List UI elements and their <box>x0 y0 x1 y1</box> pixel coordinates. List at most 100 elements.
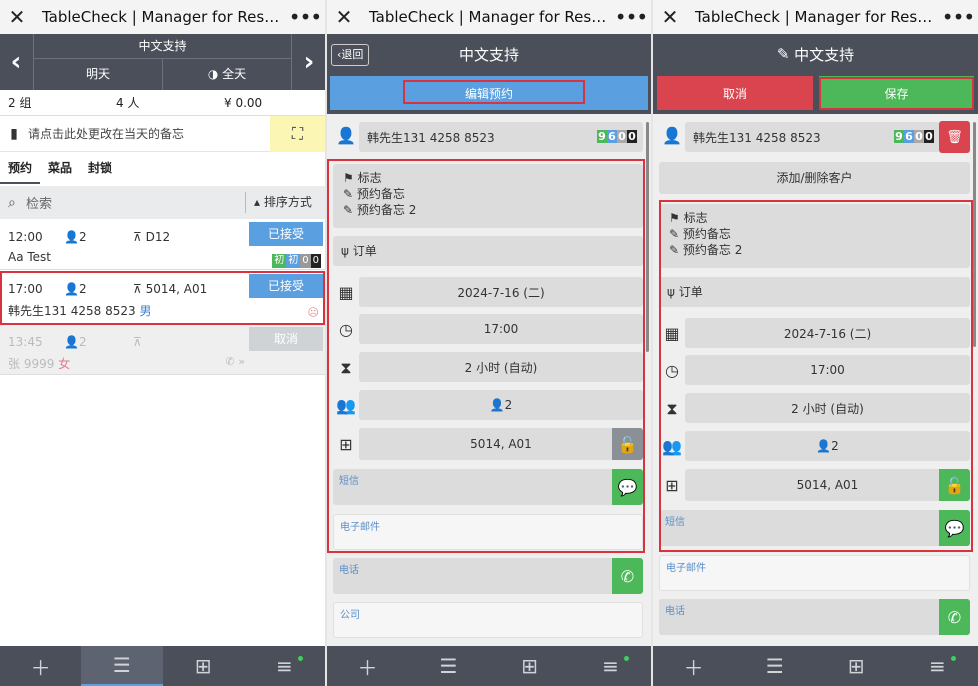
cancel-button[interactable]: 取消 <box>657 76 813 110</box>
daily-memo[interactable]: ▮ 请点击此处更改在当天的备忘 ⛶ <box>0 116 325 152</box>
menu-icon[interactable]: ≡ <box>244 646 325 686</box>
search-input[interactable]: 检索 <box>26 193 52 212</box>
note-icon: ▮ <box>10 125 18 142</box>
window-title: TableCheck | Manager for Restaura... <box>695 8 938 26</box>
user-icon: 👤 <box>336 126 356 145</box>
back-label: 退回 <box>341 48 364 61</box>
sort-label: 排序方式 <box>263 195 312 209</box>
tab-reservations[interactable]: 预约 <box>0 152 41 184</box>
add-icon[interactable]: ＋ <box>653 646 734 686</box>
reservation-list-panel: ✕ TableCheck | Manager for Restaura... •… <box>0 0 325 686</box>
add-icon[interactable]: ＋ <box>0 646 81 686</box>
tab-blocks[interactable]: 封锁 <box>80 152 120 184</box>
list-icon[interactable]: ☰ <box>734 646 815 686</box>
visit-badges: 初初00 <box>272 252 321 268</box>
list-icon[interactable]: ☰ <box>81 646 163 686</box>
tab-dishes[interactable]: 菜品 <box>40 152 80 184</box>
scrollbar[interactable] <box>973 122 976 347</box>
page-title: 中文支持 <box>794 45 855 64</box>
bottom-nav: ＋ ☰ ⊞ ≡ <box>0 646 325 686</box>
more-icon[interactable]: ••• <box>938 5 978 29</box>
badge-digit: 9 <box>597 130 607 143</box>
guest-count: 2 <box>78 335 87 349</box>
restaurant-name: 中文支持 <box>34 34 291 59</box>
title-bar: ✕ TableCheck | Manager for Restaura... •… <box>0 0 325 34</box>
amount-total: ¥ 0.00 <box>224 96 263 110</box>
reservation-row[interactable]: 12:00 👤2 ⊼ D12 Aa Test 已接受 初初00 <box>0 220 325 270</box>
trash-icon: 🗑 <box>946 129 963 145</box>
delete-button[interactable]: 🗑 <box>939 121 970 153</box>
close-icon[interactable]: ✕ <box>0 5 34 29</box>
presentation-button[interactable]: ⛶ <box>270 116 325 152</box>
reservation-time: 13:45 <box>8 335 43 349</box>
company-label: 公司 <box>340 610 360 621</box>
list-icon[interactable]: ☰ <box>408 646 489 686</box>
customer-name: Aa Test <box>8 250 52 264</box>
badge-digit: 0 <box>617 130 627 143</box>
customer-field[interactable]: 韩先生131 4258 8523 9600 <box>685 122 940 152</box>
date-header: ‹ 中文支持 明天 ◑ 全天 › <box>0 34 325 90</box>
company-field[interactable]: 公司 <box>333 602 643 638</box>
phone-field[interactable]: 电话 ✆ <box>659 599 970 635</box>
reservation-row[interactable]: 13:45 👤2 ⊼ 张 9999 女 取消 ✆ » <box>0 325 325 375</box>
period-selector[interactable]: ◑ 全天 <box>163 59 291 90</box>
more-icon[interactable]: ••• <box>611 5 651 29</box>
menu-icon[interactable]: ≡ <box>570 646 651 686</box>
badge-digit: 0 <box>627 130 637 143</box>
table: ⊼ D12 <box>133 230 170 244</box>
email-field[interactable]: 电子邮件 <box>659 555 970 591</box>
status-badge[interactable]: 取消 <box>249 327 323 351</box>
user-icon: 👤 <box>662 126 682 145</box>
add-remove-customer-button[interactable]: 添加/删除客户 <box>659 162 970 194</box>
badge: 初 <box>286 254 301 268</box>
edit-header: ✎ 中文支持 <box>653 34 978 74</box>
guests: 👤2 <box>64 230 87 244</box>
day-selector[interactable]: 明天 <box>34 59 163 90</box>
scrollbar[interactable] <box>646 122 649 352</box>
badge-digit: 0 <box>914 130 924 143</box>
highlight-box <box>659 200 973 552</box>
grid-icon[interactable]: ⊞ <box>489 646 570 686</box>
highlight-box <box>403 80 585 104</box>
table-icon: ⊼ <box>133 230 146 244</box>
badge: 初 <box>272 254 287 268</box>
memo-placeholder: 请点击此处更改在当天的备忘 <box>28 127 185 141</box>
bottom-nav: ＋ ☰ ⊞ ≡ <box>653 646 978 686</box>
visit-badge: 9600 <box>894 130 934 143</box>
cancel-label: 取消 <box>722 86 747 101</box>
sort-button[interactable]: ▴ 排序方式 <box>245 192 325 213</box>
detail-header: ‹退回 中文支持 <box>327 34 651 74</box>
menu-icon[interactable]: ≡ <box>897 646 978 686</box>
highlight-box <box>0 271 325 325</box>
search-bar[interactable]: ⌕ 检索 ▴ 排序方式 <box>0 186 325 219</box>
call-button[interactable]: ✆ <box>612 558 643 594</box>
badge-digit: 6 <box>904 130 914 143</box>
badge: 0 <box>310 254 321 268</box>
search-icon: ⌕ <box>8 194 16 211</box>
phone-label: 电话 <box>665 606 685 617</box>
more-icon[interactable]: ••• <box>285 5 325 29</box>
customer-name: 韩先生131 4258 8523 <box>367 130 495 145</box>
customer-field[interactable]: 韩先生131 4258 8523 9600 <box>359 122 643 152</box>
presentation-icon: ⛶ <box>291 124 304 143</box>
close-icon[interactable]: ✕ <box>653 5 687 29</box>
badge-digit: 6 <box>607 130 617 143</box>
badge-digit: 9 <box>894 130 904 143</box>
guest-count: 2 <box>78 230 87 244</box>
grid-icon[interactable]: ⊞ <box>816 646 897 686</box>
phone-field[interactable]: 电话 ✆ <box>333 558 643 594</box>
grid-icon[interactable]: ⊞ <box>163 646 244 686</box>
close-icon[interactable]: ✕ <box>327 5 361 29</box>
half-circle-icon: ◑ <box>207 67 223 81</box>
highlight-box <box>819 77 974 110</box>
reservation-time: 12:00 <box>8 230 43 244</box>
add-icon[interactable]: ＋ <box>327 646 408 686</box>
chevron-right-icon[interactable]: › <box>293 34 325 90</box>
bottom-nav: ＋ ☰ ⊞ ≡ <box>327 646 651 686</box>
call-button[interactable]: ✆ <box>939 599 970 635</box>
chevron-left-icon[interactable]: ‹ <box>0 34 32 90</box>
person-icon: 👤 <box>64 230 79 244</box>
email-label: 电子邮件 <box>666 563 706 574</box>
back-button[interactable]: ‹退回 <box>331 44 370 66</box>
status-badge[interactable]: 已接受 <box>249 222 323 246</box>
